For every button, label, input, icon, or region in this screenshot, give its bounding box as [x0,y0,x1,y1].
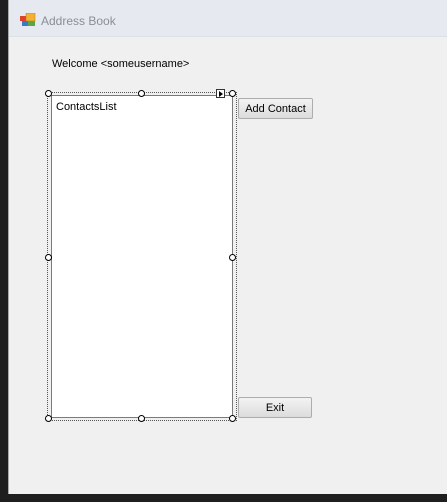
desktop-frame: Address Book Welcome <someusername> Cont… [0,0,447,502]
resize-handle-bottom-right[interactable] [229,415,236,422]
resize-handle-middle-left[interactable] [45,254,52,261]
resize-handle-top-left[interactable] [45,90,52,97]
resize-handle-top-right[interactable] [229,90,236,97]
exit-button[interactable]: Exit [238,397,312,418]
resize-handle-middle-right[interactable] [229,254,236,261]
title-bar[interactable]: Address Book [9,0,447,37]
resize-handle-top-center[interactable] [138,90,145,97]
address-book-app-icon [20,13,36,26]
welcome-label: Welcome <someusername> [52,58,190,70]
resize-handle-bottom-center[interactable] [138,415,145,422]
contacts-list[interactable]: ContactsList [51,95,233,418]
window-title: Address Book [41,14,116,28]
resize-handle-bottom-left[interactable] [45,415,52,422]
add-contact-button[interactable]: Add Contact [238,98,313,119]
smart-tag-arrow-icon[interactable] [216,89,225,98]
contacts-list-label: ContactsList [56,101,117,113]
address-book-window: Address Book Welcome <someusername> Cont… [8,0,447,494]
